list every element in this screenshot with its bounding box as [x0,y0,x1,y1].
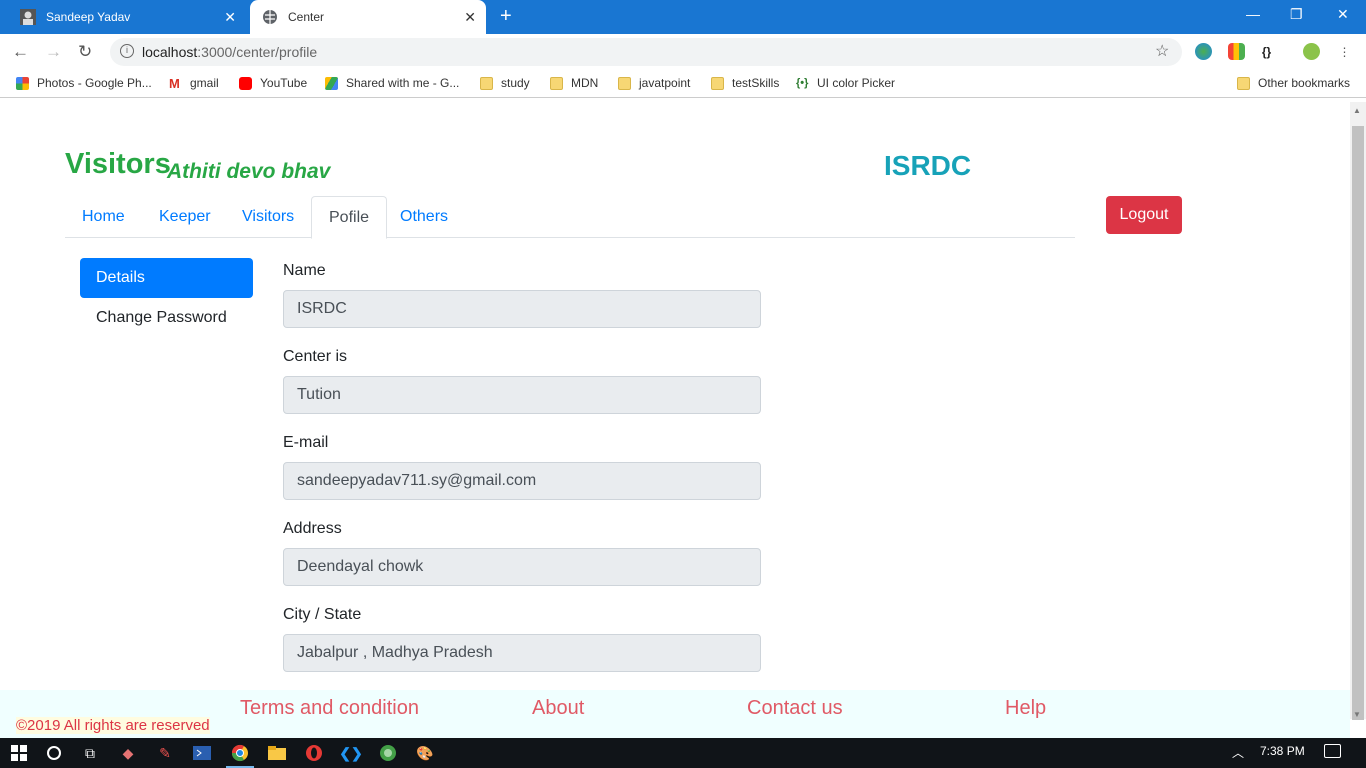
forward-icon[interactable]: → [45,42,62,62]
url-path: :3000/center/profile [197,44,318,60]
close-icon[interactable]: ✕ [224,9,236,26]
app-paint-icon[interactable]: 🎨 [415,743,435,763]
contact-link[interactable]: Contact us [747,697,843,720]
bookmarks-bar: Photos - Google Ph... Mgmail YouTube Sha… [0,70,1366,98]
terms-link[interactable]: Terms and condition [240,697,419,720]
scrollbar-thumb[interactable] [1352,126,1364,720]
browser-tab-title: Center [288,10,325,24]
bookmark-item[interactable]: MDN [550,76,598,90]
other-bookmarks[interactable]: Other bookmarks [1237,76,1350,90]
url-host: localhost [142,44,198,60]
taskbar-clock[interactable]: 7:38 PM [1260,744,1305,758]
close-icon[interactable]: ✕ [464,9,476,26]
email-field[interactable] [283,462,761,500]
name-label: Name [283,262,326,279]
avatar-icon [20,9,36,25]
search-icon[interactable] [44,743,64,763]
gmail-icon: M [169,75,180,91]
reload-icon[interactable]: ↻ [78,42,92,62]
brand-tagline: Athiti devo bhav [167,160,331,183]
tab-visitors[interactable]: Visitors [225,196,311,238]
bookmark-item[interactable]: testSkills [711,76,779,90]
name-field[interactable] [283,290,761,328]
window-close-icon[interactable]: ✕ [1337,6,1349,23]
help-link[interactable]: Help [1005,697,1046,720]
menu-icon[interactable]: ⋮ [1336,43,1353,60]
logout-button[interactable]: Logout [1106,196,1182,234]
tab-profile[interactable]: Pofile [311,196,388,239]
color-picker-icon: {•} [796,76,809,89]
scroll-down-icon[interactable]: ▼ [1353,710,1361,719]
notification-icon[interactable] [1324,744,1341,758]
new-tab-icon[interactable]: + [500,5,512,28]
browser-tab-title: Sandeep Yadav [46,10,131,24]
profile-icon[interactable] [1303,43,1320,60]
tab-keeper[interactable]: Keeper [142,196,228,238]
windows-start-icon[interactable] [9,743,29,763]
photos-icon [16,76,29,90]
app-icon[interactable]: ◆ [118,743,138,763]
chrome-icon[interactable] [230,743,250,763]
nav-tabs: Home Keeper Visitors Pofile Others [65,196,1075,239]
minimize-icon[interactable]: — [1246,6,1260,22]
center-name: ISRDC [884,150,972,181]
folder-icon [711,76,724,90]
taskbar: ⧉ ◆ ✎ ❮❯ 🎨 [0,738,1366,768]
address-field[interactable] [283,548,761,586]
drive-icon [325,76,338,90]
extension-json-icon[interactable]: {} [1258,43,1275,60]
about-link[interactable]: About [532,697,584,720]
bookmark-item[interactable]: javatpoint [618,76,690,90]
tab-home[interactable]: Home [65,196,142,238]
center-type-field[interactable] [283,376,761,414]
extension-globe-icon[interactable] [1195,43,1212,60]
browser-tab-active[interactable]: Center ✕ [250,0,486,34]
scroll-up-icon[interactable]: ▲ [1353,106,1361,115]
youtube-icon [239,76,252,90]
bookmark-item[interactable]: Shared with me - G... [325,76,459,90]
tab-others[interactable]: Others [383,196,465,238]
bookmark-item[interactable]: {•} UI color Picker [796,76,895,90]
vscode-icon[interactable]: ❮❯ [339,743,362,763]
bookmark-item[interactable]: Photos - Google Ph... [16,76,152,90]
brand-title: Visitors [65,148,171,180]
folder-icon [1237,76,1250,90]
bookmark-item[interactable]: YouTube [239,76,307,90]
restore-icon[interactable]: ❐ [1290,6,1303,23]
back-icon[interactable]: ← [12,42,29,62]
address-bar[interactable]: i localhost:3000/center/profile [110,38,1182,66]
bookmark-item[interactable]: study [480,76,530,90]
opera-icon[interactable] [304,743,324,763]
browser-tab-strip: Sandeep Yadav ✕ Center ✕ + — ❐ ✕ [0,0,1366,34]
copyright-text: ©2019 All rights are reserved [16,717,210,734]
task-view-icon[interactable]: ⧉ [80,743,100,763]
city-state-label: City / State [283,606,362,623]
folder-icon [480,76,493,90]
bookmark-star-icon[interactable]: ☆ [1155,41,1169,61]
folder-icon [550,76,563,90]
tray-chevron-up-icon[interactable]: ︿ [1232,744,1244,761]
sidebar-item-details[interactable]: Details [80,258,253,298]
city-state-field[interactable] [283,634,761,672]
powershell-icon[interactable] [192,743,212,763]
app-icon[interactable]: ✎ [155,743,175,763]
app-globe-icon[interactable] [378,743,398,763]
sidebar-item-change-password[interactable]: Change Password [80,298,253,338]
file-explorer-icon[interactable] [267,743,287,763]
address-label: Address [283,520,342,537]
center-type-label: Center is [283,348,348,365]
globe-icon [262,9,278,25]
extension-palette-icon[interactable] [1228,43,1245,60]
email-label: E-mail [283,434,329,451]
browser-tab[interactable]: Sandeep Yadav ✕ [8,0,246,34]
info-icon[interactable]: i [120,44,134,58]
bookmark-item[interactable]: Mgmail [169,76,219,90]
folder-icon [618,76,631,90]
